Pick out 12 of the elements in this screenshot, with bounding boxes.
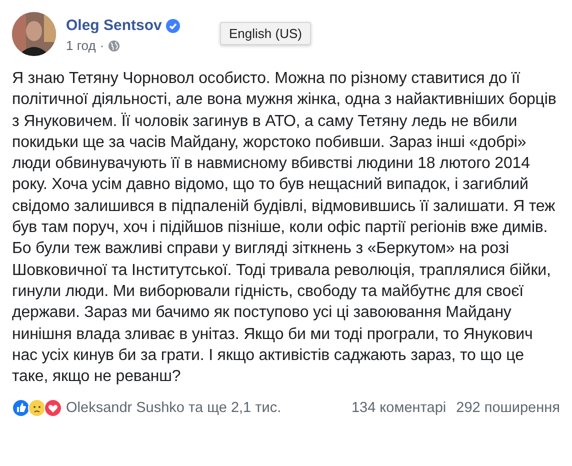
comments-link[interactable]: 134 коментарі <box>351 400 446 416</box>
author-name[interactable]: Oleg Sentsov <box>66 17 162 34</box>
shares-link[interactable]: 292 поширення <box>456 400 560 416</box>
sad-reaction-icon[interactable] <box>28 399 46 418</box>
globe-icon[interactable] <box>108 40 120 52</box>
heart-reaction-icon[interactable] <box>44 399 62 418</box>
post-time[interactable]: 1 год <box>66 38 96 53</box>
like-reaction-icon[interactable] <box>12 399 30 418</box>
language-tooltip: English (US) <box>220 22 311 45</box>
separator: · <box>100 38 104 53</box>
post-text: Я знаю Тетяну Чорновол особисто. Можна по різному ставитися до її політичної діяльності, але вона мужня жінка, одна з найактивніших борців з Януковичем. Її чоловік загинув в АТО, а саму Тетяну ледь не вбили покидьки ще за часів Майдану, жорстоко побивши. Зараз інші «добрі» люди обвинувачують її в навмисному вбивстві людини 18 лютого 2014 року. Хоча усім давно відомо, що то був нещасний випадок, і загиблий свідомо залишився в підпаленій будівлі, відмовившись її залишати. Я теж був там поруч, хоч і підійшов пізніше, коли офіс партії регіонів вже димів. Бо були теж важливі справи у вигляді зіткнень з «Беркутом» на розі Шовковичної та Інститутської. Тоді тривала революція, траплялися бійки, гинули люди. Ми виборювали гідність, свободу та майбутнє для своєї держави. Зараз ми бачимо як поступово усі ці завоювання Майдану нинішня влада зливає в унітаз. Якщо би ми тоді програли, то Янукович нас усіх кинув би за грати. І якщо активістів саджають зараз, то що це таке, якщо не реванш? <box>12 69 558 388</box>
reactors-link[interactable]: Oleksandr Sushko та ще 2,1 тис. <box>66 400 352 416</box>
